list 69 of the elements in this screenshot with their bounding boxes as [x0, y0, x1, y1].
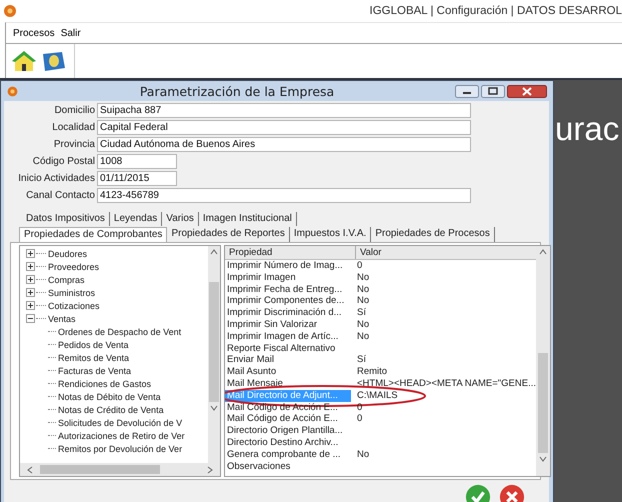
tree-item[interactable]: Cotizaciones — [48, 300, 100, 310]
property-value: No — [357, 284, 370, 296]
property-name[interactable]: Imprimir Discriminación d... — [225, 307, 351, 319]
tree-item[interactable]: Compras — [48, 274, 85, 284]
property-name[interactable]: Enviar Mail — [225, 354, 351, 366]
field-label: Localidad — [51, 122, 95, 133]
tree-item[interactable]: Remitos de Venta — [58, 352, 130, 362]
property-value: 0 — [357, 413, 362, 426]
property-value: No — [357, 318, 370, 331]
property-value: <HTML><HEAD><META NAME="GENE... — [357, 378, 536, 390]
column-header[interactable]: Propiedad — [225, 246, 356, 259]
tab[interactable]: Datos Impositivos — [22, 212, 110, 226]
menu-item[interactable]: Salir — [60, 28, 81, 38]
property-value: C:\MAILS — [357, 390, 398, 402]
property-value: No — [357, 295, 370, 308]
property-name[interactable]: Imprimir Número de Imag... — [225, 260, 351, 272]
text-field[interactable]: Capital Federal — [97, 120, 471, 135]
property-value: Sí — [357, 307, 366, 319]
text-field[interactable]: Suipacha 887 — [97, 103, 471, 118]
field-label: Código Postal — [32, 156, 95, 167]
property-name[interactable]: Imprimir Imagen de Artíc... — [225, 330, 351, 343]
tree-item[interactable]: Notas de Débito de Venta — [58, 392, 161, 402]
field-label: Canal Contacto — [25, 190, 95, 201]
property-value: No — [357, 272, 370, 284]
menu-item[interactable]: Procesos — [13, 28, 55, 38]
text-field[interactable]: 01/11/2015 — [97, 171, 177, 186]
property-name[interactable]: Directorio Origen Plantilla... — [225, 425, 351, 437]
field-label: Inicio Actividades — [17, 173, 95, 184]
property-name[interactable]: Mail Mensaje — [225, 378, 351, 390]
property-name[interactable]: Imprimir Componentes de... — [225, 295, 351, 308]
property-value: 0 — [357, 260, 362, 272]
property-value: No — [357, 448, 370, 461]
property-value: No — [357, 330, 370, 343]
tab[interactable]: Varios — [162, 212, 199, 226]
window-title: IGGLOBAL | Configuración | DATOS DESARROL — [370, 5, 622, 17]
text-field[interactable]: 1008 — [97, 154, 177, 169]
background-heading: urac — [555, 110, 620, 148]
tree-item[interactable]: Solicitudes de Devolución de V — [58, 418, 182, 428]
column-header[interactable]: Valor — [356, 246, 382, 259]
property-name[interactable]: Imprimir Imagen — [225, 272, 351, 284]
tree-item[interactable]: Autorizaciones de Retiro de Ver — [58, 430, 185, 440]
text-field[interactable]: Ciudad Autónoma de Buenos Aires — [97, 137, 471, 152]
tree-item[interactable]: Deudores — [48, 248, 88, 258]
tree-item[interactable]: Ventas — [48, 314, 76, 324]
tree-item[interactable]: Facturas de Venta — [58, 366, 132, 376]
field-label: Provincia — [52, 139, 95, 150]
property-name[interactable]: Mail Asunto — [225, 366, 351, 378]
tab[interactable]: Leyendas — [110, 212, 162, 226]
property-name[interactable]: Directorio Destino Archiv... — [225, 436, 351, 449]
tree-item[interactable]: Remitos por Devolución de Ver — [58, 444, 182, 454]
property-name[interactable]: Imprimir Fecha de Entreg... — [225, 284, 351, 296]
text-field[interactable]: 4123-456789 — [97, 188, 471, 203]
tree-item[interactable]: Suministros — [48, 288, 96, 298]
tree-item[interactable]: Proveedores — [48, 262, 100, 272]
tab[interactable]: Propiedades de Comprobantes — [19, 227, 168, 242]
property-name[interactable]: Observaciones — [225, 460, 351, 472]
tree-item[interactable]: Notas de Crédito de Venta — [58, 404, 164, 414]
property-value: Remito — [357, 366, 388, 378]
tree-item[interactable]: Pedidos de Venta — [58, 340, 129, 350]
property-name[interactable]: Genera comprobante de ... — [225, 448, 351, 461]
dialog-title: Parametrización de la Empresa — [138, 84, 336, 98]
tree-item[interactable]: Rendiciones de Gastos — [58, 378, 152, 388]
property-name[interactable]: Reporte Fiscal Alternativo — [225, 342, 351, 354]
tab[interactable]: Imagen Institucional — [198, 212, 297, 226]
field-label: Domicilio — [53, 105, 95, 116]
tree-item[interactable]: Ordenes de Despacho de Vent — [58, 326, 182, 336]
property-name[interactable]: Mail Código de Acción E... — [225, 413, 351, 426]
property-name[interactable]: Imprimir Sin Valorizar — [225, 318, 351, 331]
property-value: Sí — [357, 354, 366, 366]
